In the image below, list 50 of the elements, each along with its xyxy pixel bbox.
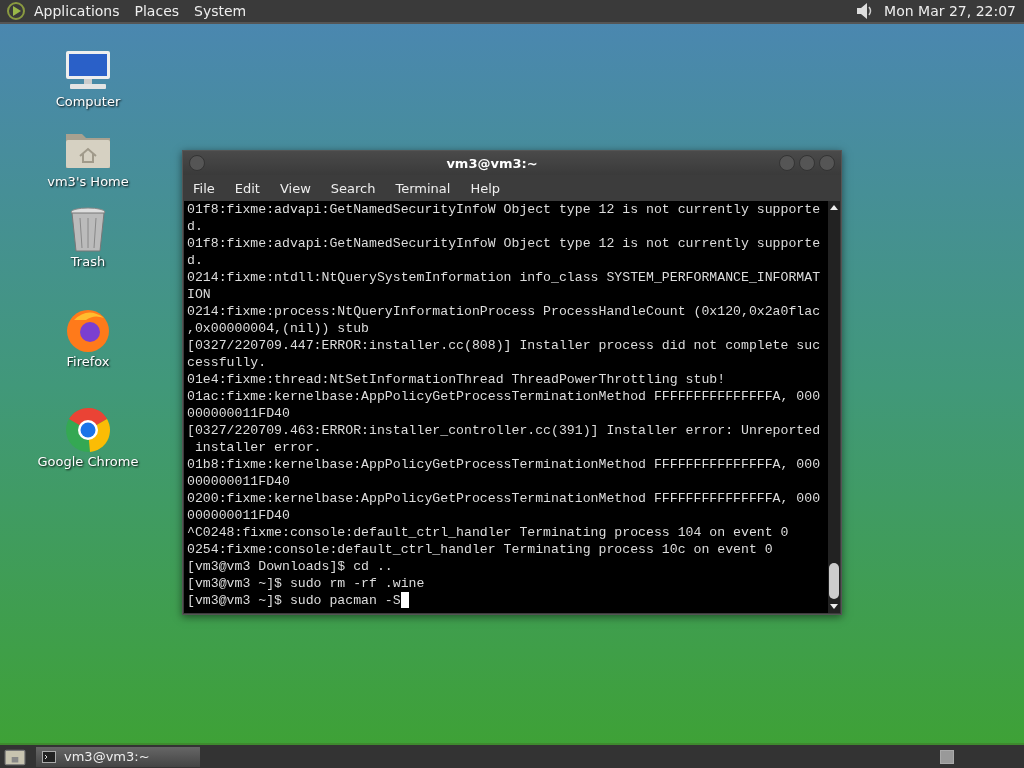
terminal-icon [42,750,56,763]
scrollbar-thumb[interactable] [829,563,839,599]
terminal-line: [vm3@vm3 ~]$ sudo pacman -S [187,592,401,609]
chrome-icon[interactable] [64,406,112,454]
terminal-line: 000000011FD40 [187,405,290,422]
terminal-line: ION [187,286,211,303]
terminal-line: 0200:fixme:kernelbase:AppPolicyGetProcessTerminationMethod FFFFFFFFFFFFFFFA, 000 [187,490,821,507]
show-desktop-icon[interactable] [4,747,26,766]
scrollbar[interactable] [828,201,840,613]
terminal-line: ^C0248:fixme:console:default_ctrl_handler Terminating process 104 on event 0 [187,524,789,541]
terminal-line: d. [187,252,203,269]
clock[interactable]: Mon Mar 27, 22:07 [884,3,1016,19]
panel-menu[interactable]: System [194,3,247,19]
terminal-line: 01f8:fixme:advapi:GetNamedSecurityInfoW Object type 12 is not currently supporte [187,235,821,252]
taskbar-button[interactable]: vm3@vm3:~ [36,746,200,767]
text-cursor [400,592,409,608]
terminal-line: [vm3@vm3 ~]$ sudo rm -rf .wine [187,575,425,592]
terminal-line: [vm3@vm3 Downloads]$ cd .. [187,558,393,575]
terminal-line: d. [187,218,203,235]
desktop-icon-label[interactable]: vm3's Home [47,174,129,189]
terminal-line: 01f8:fixme:advapi:GetNamedSecurityInfoW Object type 12 is not currently supporte [187,201,821,218]
menu-item[interactable]: Search [330,180,376,196]
terminal-line: 0214:fixme:ntdll:NtQuerySystemInformation info_class SYSTEM_PERFORMANCE_INFORMAT [187,269,821,286]
desktop-icon-label[interactable]: Firefox [66,354,110,369]
menu-item[interactable]: File [193,180,215,196]
terminal-line: 01e4:fixme:thread:NtSetInformationThread ThreadPowerThrottling stub! [187,371,726,388]
menu-item[interactable]: Help [470,180,501,196]
menu-item[interactable]: Terminal [395,180,451,196]
menu-item[interactable]: Edit [234,180,260,196]
desktop-icon-label[interactable]: Trash [70,254,106,269]
terminal-line: 01b8:fixme:kernelbase:AppPolicyGetProcessTerminationMethod FFFFFFFFFFFFFFFA, 000 [187,456,821,473]
window-title: vm3@vm3:~ [445,155,539,171]
desktop-icon-label[interactable]: Computer [55,94,121,109]
menu-logo-icon[interactable] [6,1,26,21]
terminal-line: [0327/220709.447:ERROR:installer.cc(808)] Installer process did not complete suc [187,337,821,354]
terminal-line: 0254:fixme:console:default_ctrl_handler Terminating process 10c on event 0 [187,541,773,558]
terminal-line: cessfully. [187,354,267,371]
terminal-line: 000000011FD40 [187,507,290,524]
scroll-down-arrow-icon[interactable] [829,603,839,611]
panel-menu[interactable]: Applications [34,3,120,19]
menu-item[interactable]: View [279,180,311,196]
scroll-up-arrow-icon[interactable] [829,203,839,211]
terminal-line: 01ac:fixme:kernelbase:AppPolicyGetProcessTerminationMethod FFFFFFFFFFFFFFFA, 000 [187,388,821,405]
terminal-line: 000000011FD40 [187,473,290,490]
workspace-switcher[interactable] [940,749,954,764]
panel-menu[interactable]: Places [134,3,180,19]
terminal-line: 0214:fixme:process:NtQueryInformationProcess ProcessHandleCount (0x120,0x2a0flac [187,303,821,320]
terminal-line: installer error. [193,439,322,456]
terminal-line: ,0x00000004,(nil)) stub [187,320,370,337]
terminal-line: [0327/220709.463:ERROR:installer_controller.cc(391)] Installer error: Unreported [187,422,821,439]
